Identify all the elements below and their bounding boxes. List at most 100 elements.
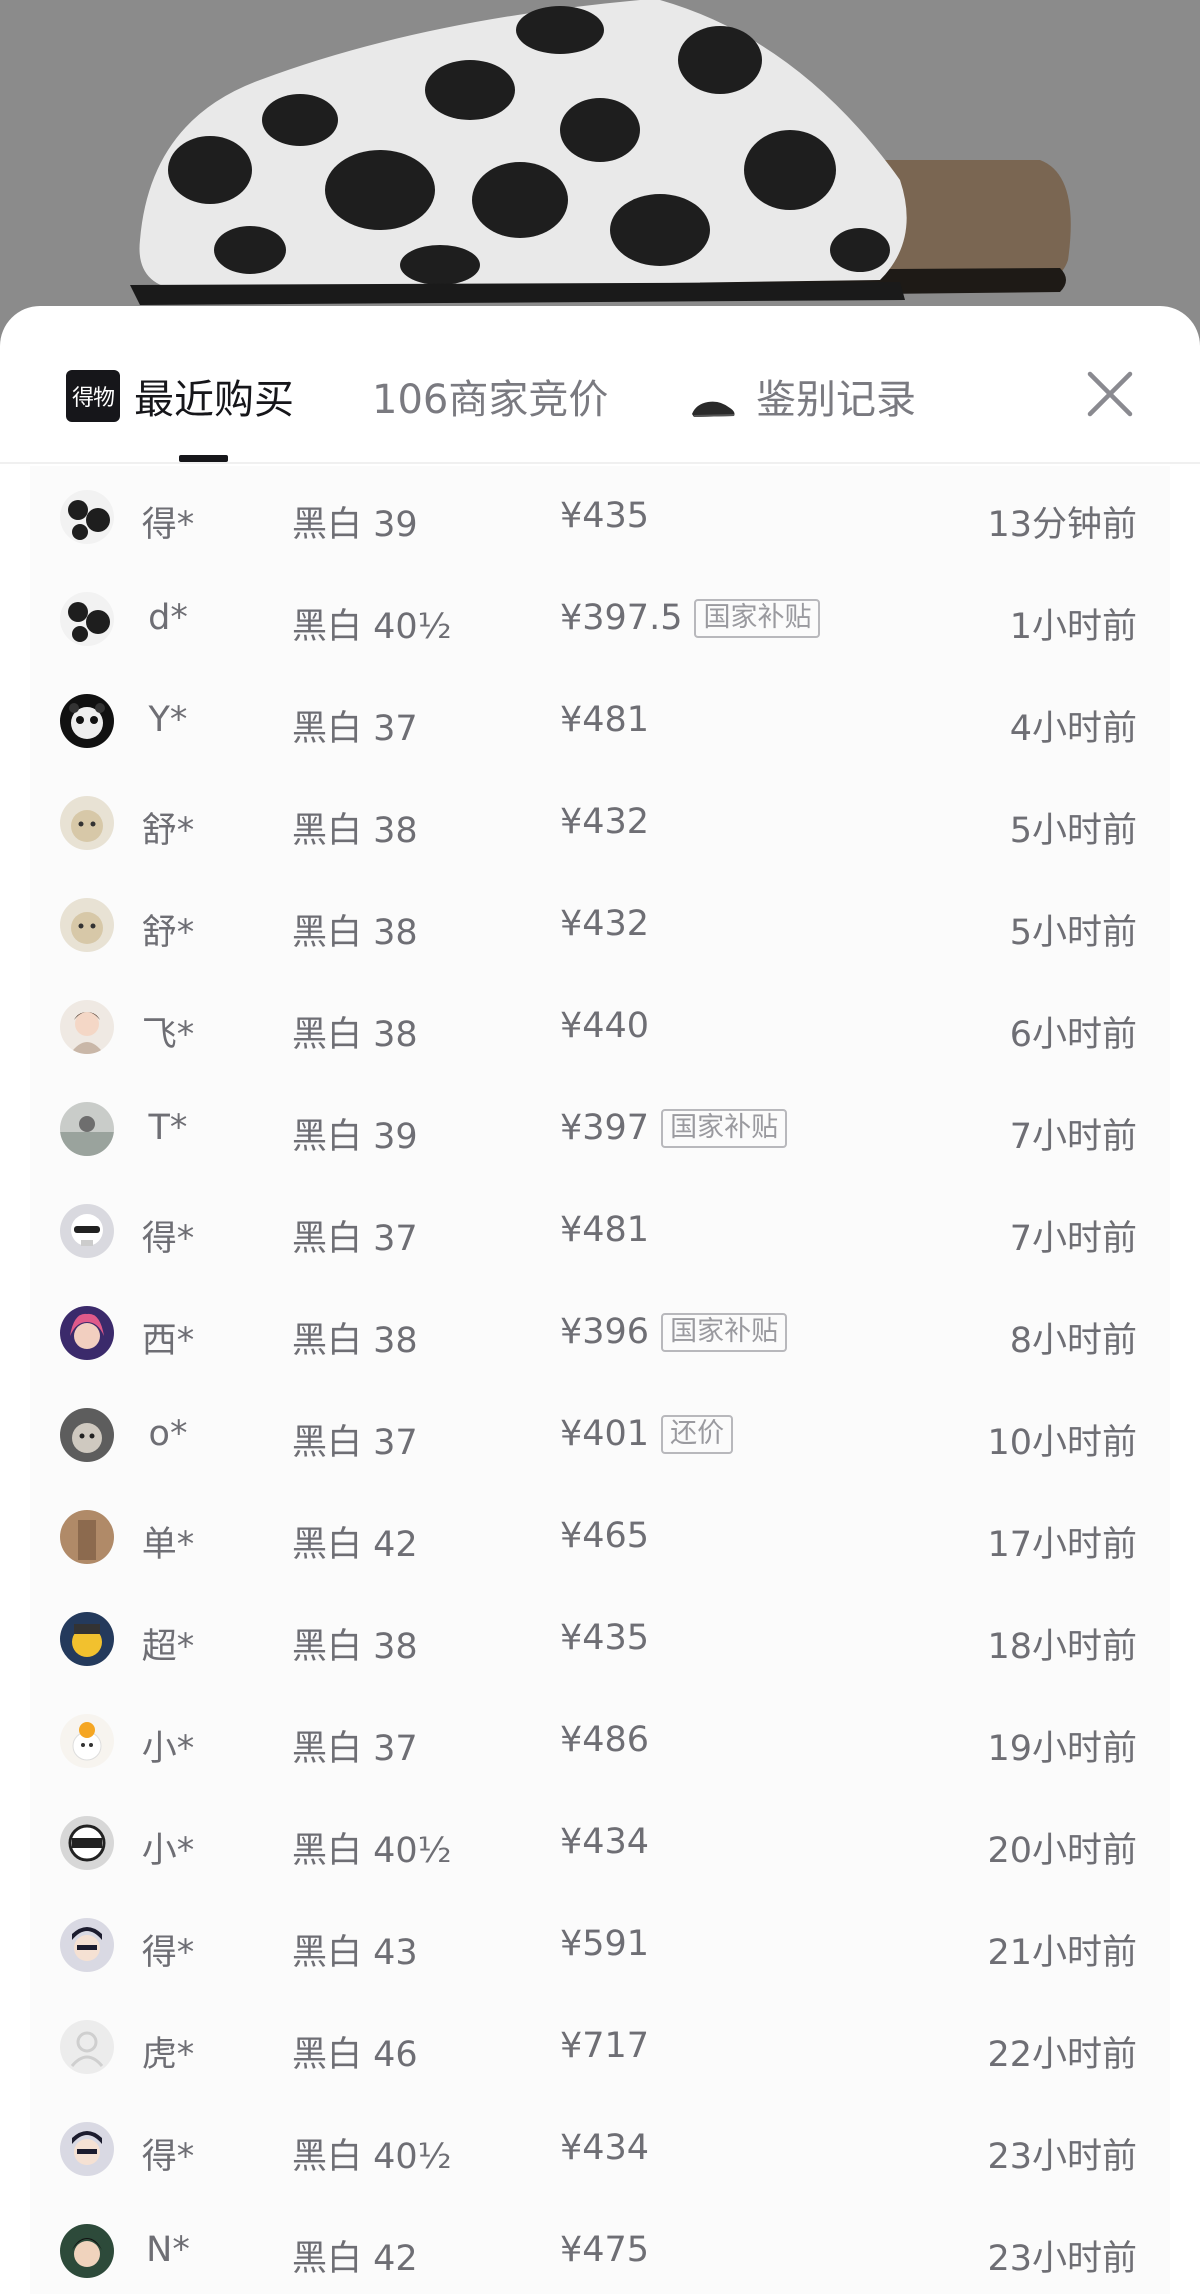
purchase-row: o* 黑白 37 ¥401 还价 10小时前: [30, 1384, 1170, 1486]
tab-merchant-bids[interactable]: 106商家竞价: [372, 366, 608, 426]
purchase-time: 19小时前: [987, 1729, 1137, 1769]
price-cell: ¥717: [560, 2026, 649, 2066]
purchase-price: ¥481: [560, 700, 650, 740]
bear-avatar: [60, 1714, 114, 1768]
purchase-row: 舒* 黑白 38 ¥432 5小时前: [30, 772, 1170, 874]
tab-authentication-records[interactable]: 鉴别记录: [690, 366, 916, 426]
brown-avatar: [60, 1510, 114, 1564]
purchase-row: 得* 黑白 40½ ¥434 23小时前: [30, 2098, 1170, 2200]
buyer-name: 小*: [141, 1729, 195, 1769]
product-spec: 黑白 38: [292, 1321, 418, 1361]
purchase-time: 1小时前: [1009, 607, 1137, 647]
purchase-price: ¥397.5: [560, 598, 683, 638]
price-badge: 国家补贴: [694, 598, 821, 638]
purchase-time: 7小时前: [1009, 1219, 1137, 1259]
purchase-row: 超* 黑白 38 ¥435 18小时前: [30, 1588, 1170, 1690]
price-badge: 还价: [661, 1414, 734, 1454]
price-cell: ¥475: [560, 2230, 649, 2270]
price-cell: ¥465: [560, 1516, 649, 1556]
product-spec: 黑白 40½: [292, 607, 452, 647]
purchase-time: 20小时前: [987, 1831, 1137, 1871]
purchase-row: 得* 黑白 37 ¥481 7小时前: [30, 1180, 1170, 1282]
cow-avatar: [60, 490, 114, 544]
product-spec: 黑白 37: [292, 1219, 418, 1259]
cartoon-avatar: [60, 1918, 114, 1972]
product-spec: 黑白 37: [292, 1423, 418, 1463]
purchase-row: 得* 黑白 39 ¥435 13分钟前: [30, 466, 1170, 568]
purchase-row: 得* 黑白 43 ¥591 21小时前: [30, 1894, 1170, 1996]
buyer-name: d*: [148, 598, 188, 638]
purchase-price: ¥396: [560, 1312, 650, 1352]
anime-avatar: [60, 1306, 114, 1360]
tab-bar: 得物 最近购买 106商家竞价 鉴别记录: [0, 306, 1200, 464]
purchase-row: 舒* 黑白 38 ¥432 5小时前: [30, 874, 1170, 976]
purchase-price: ¥486: [560, 1720, 650, 1760]
product-spec: 黑白 42: [292, 1525, 418, 1565]
purchase-time: 13分钟前: [987, 505, 1137, 545]
purchase-price: ¥717: [560, 2026, 650, 2066]
product-spec: 黑白 40½: [292, 2137, 452, 2177]
purchase-price: ¥481: [560, 1210, 650, 1250]
price-cell: ¥396 国家补贴: [560, 1312, 788, 1352]
price-cell: ¥435: [560, 496, 649, 536]
purchase-row: 单* 黑白 42 ¥465 17小时前: [30, 1486, 1170, 1588]
purchase-row: 小* 黑白 37 ¥486 19小时前: [30, 1690, 1170, 1792]
product-spec: 黑白 43: [292, 1933, 418, 1973]
buyer-name: 得*: [141, 505, 195, 545]
buyer-name: T*: [148, 1108, 188, 1148]
product-spec: 黑白 42: [292, 2239, 418, 2279]
dog-avatar: [60, 1408, 114, 1462]
tab-label: 鉴别记录: [756, 377, 916, 423]
photo-avatar: [60, 1102, 114, 1156]
price-cell: ¥432: [560, 802, 649, 842]
purchase-row: 虎* 黑白 46 ¥717 22小时前: [30, 1996, 1170, 2098]
product-image: [0, 0, 1200, 340]
buyer-name: 小*: [141, 1831, 195, 1871]
buyer-name: 舒*: [141, 913, 195, 953]
product-spec: 黑白 37: [292, 709, 418, 749]
purchase-price: ¥465: [560, 1516, 650, 1556]
buyer-name: o*: [148, 1414, 188, 1454]
price-badge: 国家补贴: [661, 1108, 788, 1148]
purchase-price: ¥432: [560, 904, 650, 944]
price-cell: ¥434: [560, 2128, 649, 2168]
purchase-row: T* 黑白 39 ¥397 国家补贴 7小时前: [30, 1078, 1170, 1180]
purchase-price: ¥401: [560, 1414, 650, 1454]
price-cell: ¥591: [560, 1924, 649, 1964]
product-spec: 黑白 46: [292, 2035, 418, 2075]
purchase-price: ¥432: [560, 802, 650, 842]
default-avatar: [60, 2020, 114, 2074]
product-spec: 黑白 38: [292, 1015, 418, 1055]
recent-purchases-sheet: 得物 最近购买 106商家竞价 鉴别记录 得* 黑白 39 ¥435 13分钟前 d* 黑…: [0, 306, 1200, 2294]
cat-avatar: [60, 796, 114, 850]
price-cell: ¥486: [560, 1720, 649, 1760]
close-icon[interactable]: [1082, 366, 1138, 422]
product-spec: 黑白 39: [292, 1117, 418, 1157]
skull-avatar: [60, 1204, 114, 1258]
purchase-price: ¥434: [560, 1822, 650, 1862]
dewu-logo-icon: 得物: [66, 370, 120, 422]
purchase-price: ¥475: [560, 2230, 650, 2270]
buyer-name: 得*: [141, 1219, 195, 1259]
price-cell: ¥432: [560, 904, 649, 944]
product-spec: 黑白 39: [292, 505, 418, 545]
boy-avatar: [60, 2224, 114, 2278]
buyer-name: 单*: [141, 1525, 195, 1565]
shoe-icon: [690, 384, 736, 417]
price-badge: 国家补贴: [661, 1312, 788, 1352]
price-cell: ¥481: [560, 1210, 649, 1250]
purchase-list: 得* 黑白 39 ¥435 13分钟前 d* 黑白 40½ ¥397.5 国家补贴 1小时前 Y*…: [30, 466, 1170, 2294]
purchase-row: 西* 黑白 38 ¥396 国家补贴 8小时前: [30, 1282, 1170, 1384]
purchase-row: Y* 黑白 37 ¥481 4小时前: [30, 670, 1170, 772]
purchase-price: ¥435: [560, 496, 650, 536]
buyer-name: Y*: [148, 700, 188, 740]
purchase-time: 4小时前: [1009, 709, 1137, 749]
purchase-time: 8小时前: [1009, 1321, 1137, 1361]
cow-avatar: [60, 592, 114, 646]
purchase-time: 22小时前: [987, 2035, 1137, 2075]
tab-label: 106商家竞价: [372, 377, 609, 423]
purchase-row: d* 黑白 40½ ¥397.5 国家补贴 1小时前: [30, 568, 1170, 670]
buyer-name: 飞*: [141, 1015, 195, 1055]
panda-avatar: [60, 694, 114, 748]
tab-recent-purchases[interactable]: 得物 最近购买: [66, 366, 294, 426]
